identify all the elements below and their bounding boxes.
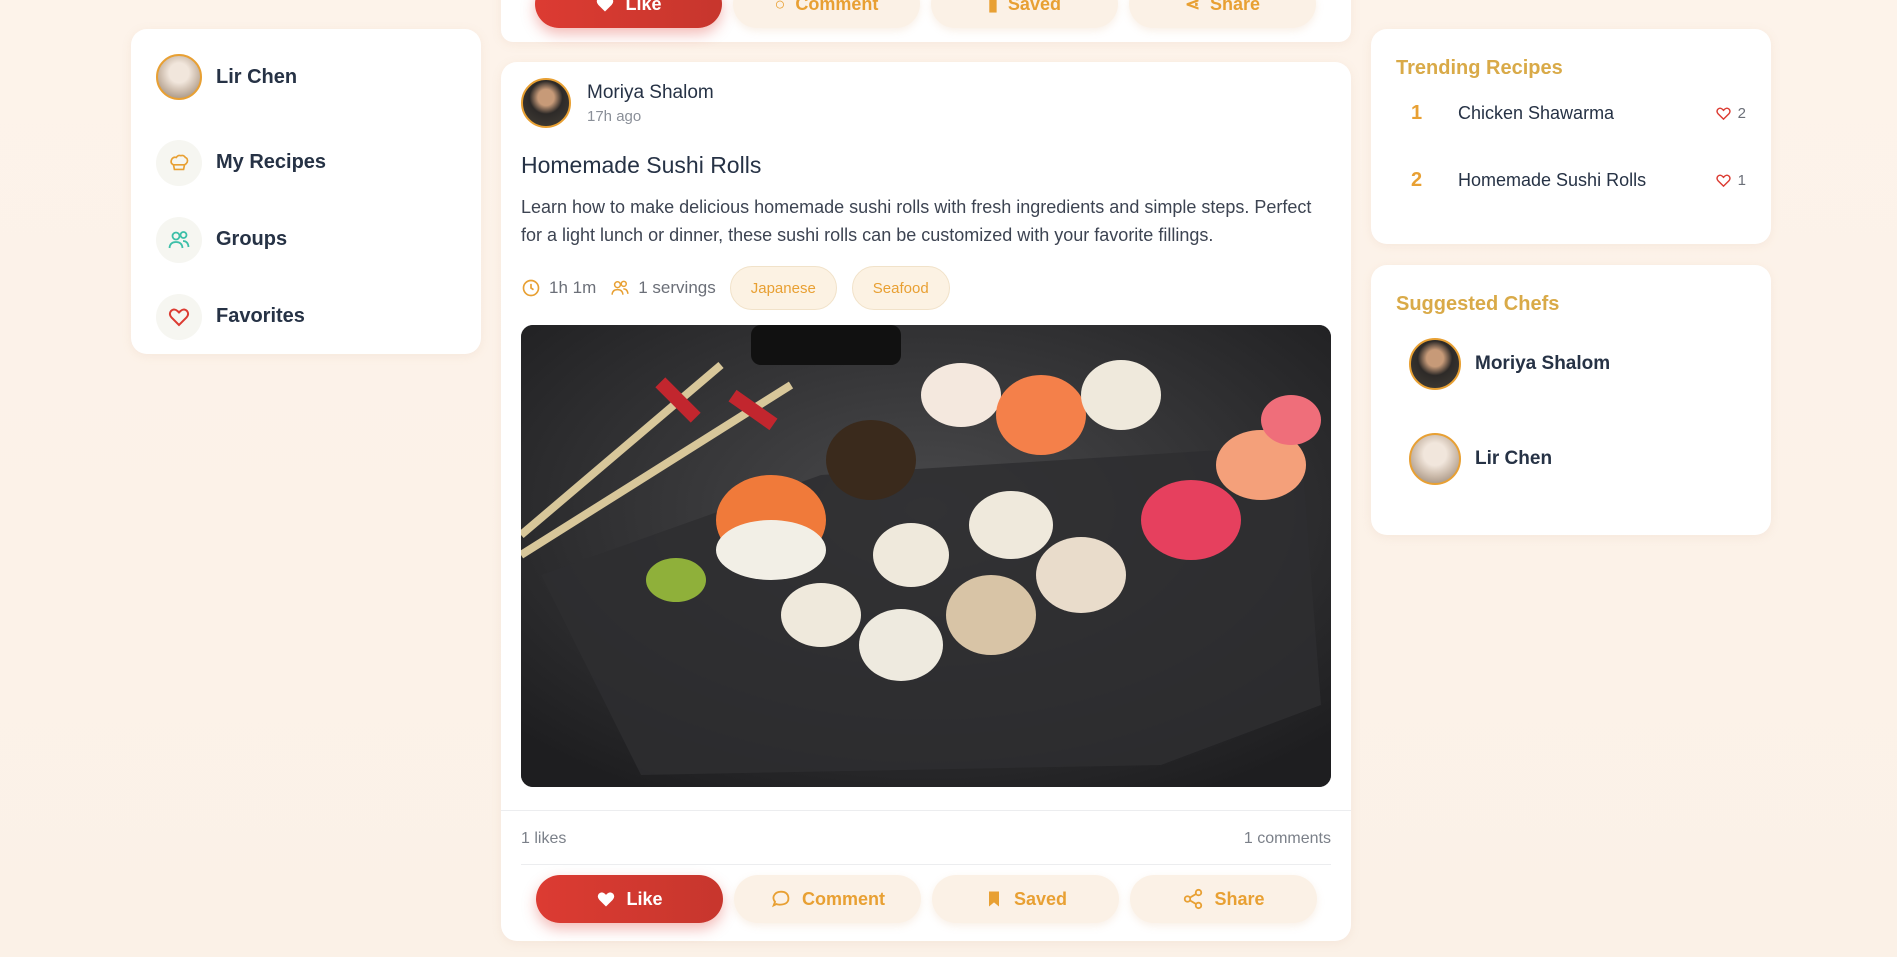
- chef-avatar[interactable]: [1409, 337, 1461, 390]
- comment-label: Comment: [801, 888, 885, 909]
- post-header: Moriya Shalom 17h ago: [521, 78, 1331, 128]
- duration-value: 1h 1m: [549, 278, 597, 297]
- trending-likes-count: 2: [1737, 105, 1746, 122]
- share-button[interactable]: ⋖ Share: [1129, 0, 1316, 28]
- chef-name[interactable]: Lir Chen: [1475, 448, 1552, 470]
- tag-seafood[interactable]: Seafood: [851, 266, 950, 310]
- heart-icon: [1715, 174, 1731, 188]
- trending-likes: 2: [1715, 105, 1746, 122]
- like-label: Like: [625, 0, 662, 14]
- post-timestamp: 17h ago: [587, 107, 642, 125]
- sidebar-item-label: Favorites: [216, 305, 305, 327]
- trending-likes-count: 1: [1737, 172, 1746, 189]
- servings-value: 1 servings: [638, 278, 716, 297]
- sidebar-item-label: Groups: [216, 228, 288, 250]
- comment-button[interactable]: Comment: [734, 875, 921, 923]
- trending-item[interactable]: 2 Homemade Sushi Rolls 1: [1396, 147, 1746, 214]
- share-label: Share: [1214, 888, 1265, 909]
- sidebar-item-my-recipes[interactable]: My Recipes: [156, 124, 456, 201]
- suggested-chefs-panel: Suggested Chefs Moriya Shalom Lir Chen: [1371, 265, 1771, 535]
- heart-icon: [598, 892, 615, 907]
- saved-label: Saved: [1013, 888, 1068, 909]
- trending-item[interactable]: 1 Chicken Shawarma 2: [1396, 80, 1746, 147]
- saved-label: Saved: [1007, 0, 1061, 14]
- users-icon: [156, 216, 202, 263]
- trending-rank: 1: [1411, 102, 1423, 124]
- heart-icon: [597, 0, 614, 12]
- sidebar-item-groups[interactable]: Groups: [156, 201, 456, 278]
- chef-item[interactable]: Moriya Shalom: [1396, 316, 1746, 411]
- duration: 1h 1m: [521, 278, 596, 298]
- comment-button[interactable]: ○ Comment: [733, 0, 920, 28]
- heart-icon: [156, 293, 202, 340]
- post-footer: 1 likes 1 comments Like Comment Saved Sh…: [501, 810, 1351, 923]
- trending-title: Trending Recipes: [1396, 57, 1563, 79]
- post-description: Learn how to make delicious homemade sus…: [521, 197, 1312, 245]
- recipe-image[interactable]: [521, 325, 1331, 787]
- chef-item[interactable]: Lir Chen: [1396, 411, 1746, 506]
- trending-recipe-name[interactable]: Chicken Shawarma: [1458, 103, 1715, 124]
- chef-avatar[interactable]: [1409, 432, 1461, 485]
- bookmark-icon: ▮: [988, 0, 998, 14]
- trending-likes: 1: [1715, 172, 1746, 189]
- sidebar-item-favorites[interactable]: Favorites: [156, 278, 456, 355]
- sidebar-item-label: Lir Chen: [216, 65, 298, 88]
- post-title[interactable]: Homemade Sushi Rolls: [521, 152, 1331, 179]
- like-button[interactable]: Like: [535, 0, 722, 28]
- comment-icon: ○: [774, 0, 786, 14]
- trending-recipes-panel: Trending Recipes 1 Chicken Shawarma 2 2 …: [1371, 29, 1771, 244]
- like-label: Like: [626, 888, 663, 909]
- share-label: Share: [1210, 0, 1261, 14]
- bookmark-icon: [988, 891, 999, 907]
- trending-rank: 2: [1411, 169, 1423, 191]
- like-button[interactable]: Like: [536, 875, 723, 923]
- tag-japanese[interactable]: Japanese: [729, 266, 837, 310]
- author-name[interactable]: Moriya Shalom: [587, 82, 714, 104]
- sidebar-nav: Lir Chen My Recipes Groups Favorites: [131, 29, 481, 354]
- sushi-photo: [521, 325, 1331, 787]
- chefs-title: Suggested Chefs: [1396, 293, 1560, 315]
- clock-icon: [522, 279, 540, 297]
- recipe-post-card: Moriya Shalom 17h ago Homemade Sushi Rol…: [501, 62, 1351, 941]
- sidebar-item-label: My Recipes: [216, 151, 327, 173]
- comments-count[interactable]: 1 comments: [1244, 830, 1331, 848]
- chef-name[interactable]: Moriya Shalom: [1475, 353, 1610, 375]
- servings: 1 servings: [610, 278, 716, 298]
- trending-recipe-name[interactable]: Homemade Sushi Rolls: [1458, 170, 1715, 191]
- avatar: [156, 54, 202, 100]
- recipe-meta: 1h 1m 1 servings Japanese Seafood: [521, 265, 1331, 311]
- previous-post-card: Like ○ Comment ▮ Saved ⋖ Share: [501, 0, 1351, 42]
- heart-icon: [1715, 107, 1731, 121]
- saved-button[interactable]: Saved: [932, 875, 1119, 923]
- share-icon: [1184, 888, 1203, 910]
- users-icon: [611, 280, 629, 295]
- chef-hat-icon: [156, 139, 202, 186]
- saved-button[interactable]: ▮ Saved: [931, 0, 1118, 28]
- author-avatar[interactable]: [521, 78, 571, 128]
- comment-label: Comment: [795, 0, 879, 14]
- share-button[interactable]: Share: [1130, 875, 1317, 923]
- sidebar-item-profile[interactable]: Lir Chen: [156, 47, 456, 107]
- likes-count[interactable]: 1 likes: [521, 830, 566, 848]
- comment-icon: [771, 890, 790, 908]
- share-icon: ⋖: [1184, 0, 1201, 14]
